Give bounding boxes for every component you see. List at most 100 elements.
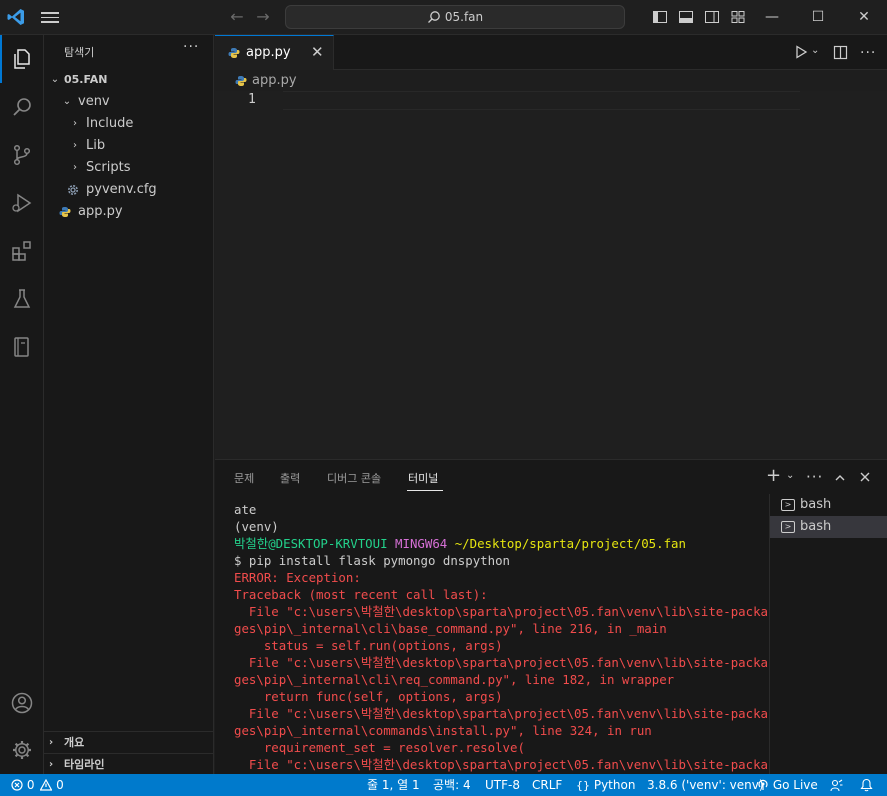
tree-item-label: Include	[86, 116, 134, 131]
toggle-sidebar-icon[interactable]	[652, 9, 668, 25]
account-icon[interactable]	[0, 679, 44, 727]
tree-item-label: pyvenv.cfg	[86, 182, 157, 197]
error-icon	[11, 779, 23, 791]
activity-bar	[0, 35, 44, 774]
arrow-left-icon[interactable]: ←	[227, 7, 247, 27]
terminal-item-label: bash	[800, 519, 832, 534]
tree-item-lib[interactable]: › Lib	[44, 135, 213, 157]
notebook-icon[interactable]	[0, 323, 44, 371]
prompt-host: MINGW64	[387, 536, 448, 551]
chevron-right-icon: ›	[73, 162, 77, 173]
language-label: Python	[593, 778, 636, 792]
language-mode[interactable]: {} Python	[576, 774, 635, 796]
run-icon[interactable]	[794, 45, 808, 59]
tab-app-py[interactable]: app.py ✕	[215, 35, 334, 70]
close-icon[interactable]	[859, 471, 871, 483]
terminal-item[interactable]: > bash	[770, 516, 887, 538]
terminal-line: 박철한@DESKTOP-KRVTOUI MINGW64 ~/Desktop/sp…	[234, 535, 769, 552]
status-bar: 0 0 줄 1, 열 1 공백: 4 UTF-8 CRLF {} Python …	[0, 774, 887, 796]
tab-terminal[interactable]: 터미널	[408, 470, 438, 486]
extensions-icon[interactable]	[0, 227, 44, 275]
bell-icon[interactable]	[860, 778, 873, 792]
go-live-label: Go Live	[772, 778, 818, 792]
search-text: 05.fan	[444, 10, 484, 24]
title-bar: ← → 05.fan — ☐ ✕	[0, 0, 887, 35]
toggle-panel-icon[interactable]	[678, 9, 694, 25]
terminal-list: > bash > bash	[769, 494, 887, 775]
bottom-panel: 문제 출력 디버그 콘솔 터미널 + ⌄ ··· ate (venv) 박철한@DE…	[215, 459, 887, 775]
more-actions-icon[interactable]: ···	[860, 45, 876, 61]
breadcrumb-file[interactable]: app.py	[252, 71, 297, 91]
indentation[interactable]: 공백: 4	[433, 774, 471, 796]
python-icon	[228, 48, 240, 58]
timeline-section[interactable]: › 타임라인	[44, 753, 213, 775]
new-terminal-icon[interactable]: +	[766, 465, 781, 486]
python-interpreter[interactable]: 3.8.6 ('venv': venv)	[647, 774, 764, 796]
outline-section[interactable]: › 개요	[44, 731, 213, 753]
encoding[interactable]: UTF-8	[485, 774, 520, 796]
line-number: 1	[248, 92, 256, 107]
tab-label: app.py	[246, 45, 291, 60]
minimize-button[interactable]: —	[749, 0, 795, 34]
tab-problems[interactable]: 문제	[234, 470, 254, 486]
tree-item-pyvenv-cfg[interactable]: pyvenv.cfg	[44, 179, 213, 201]
broadcast-icon	[758, 779, 768, 790]
source-control-icon[interactable]	[0, 131, 44, 179]
close-icon[interactable]: ✕	[311, 43, 324, 61]
settings-icon[interactable]	[0, 726, 44, 774]
search-icon[interactable]	[0, 83, 44, 131]
feedback-icon[interactable]	[830, 779, 843, 792]
tree-root-folder[interactable]: ⌄ 05.FAN	[44, 69, 213, 91]
python-icon	[235, 76, 247, 86]
end-of-line[interactable]: CRLF	[532, 774, 562, 796]
section-label: 개요	[64, 736, 85, 749]
terminal-line: ges\pip\_internal\commands\install.py", …	[234, 723, 652, 738]
terminal-line: $ pip install flask pymongo dnspython	[234, 553, 511, 568]
terminal-line: Traceback (most recent call last):	[234, 587, 488, 602]
tree-item-label: app.py	[78, 204, 123, 219]
problems-status[interactable]: 0 0	[11, 774, 64, 796]
current-line-highlight	[283, 91, 800, 110]
cursor-position[interactable]: 줄 1, 열 1	[367, 774, 420, 796]
run-debug-icon[interactable]	[0, 179, 44, 227]
terminal-line: return func(self, options, args)	[234, 689, 503, 704]
tree-root-label: 05.FAN	[64, 73, 108, 86]
chevron-right-icon: ›	[49, 759, 54, 770]
tree-item-app-py[interactable]: app.py	[44, 201, 213, 223]
tree-item-label: Lib	[86, 138, 106, 153]
warning-count: 0	[56, 778, 64, 792]
terminal-line: (venv)	[234, 519, 279, 534]
tree-item-venv[interactable]: ⌄ venv	[44, 91, 213, 113]
search-icon	[427, 11, 440, 23]
terminal-line: requirement_set = resolver.resolve(	[234, 740, 525, 755]
go-live-button[interactable]: Go Live	[757, 774, 818, 796]
tab-debug-console[interactable]: 디버그 콘솔	[327, 470, 381, 486]
chevron-up-icon[interactable]	[834, 472, 846, 484]
command-center-search[interactable]: 05.fan	[285, 5, 625, 29]
vscode-logo-icon	[7, 9, 24, 25]
terminal-icon: >	[781, 499, 795, 511]
python-icon	[59, 207, 71, 217]
chevron-down-icon[interactable]: ⌄	[811, 45, 819, 56]
terminal-item[interactable]: > bash	[770, 494, 887, 516]
terminal-line: ges\pip\_internal\cli\req_command.py", l…	[234, 672, 675, 687]
customize-layout-icon[interactable]	[730, 9, 746, 25]
code-editor[interactable]	[215, 91, 887, 459]
sidebar-more-button[interactable]: ···	[183, 39, 199, 55]
toggle-secondary-sidebar-icon[interactable]	[704, 9, 720, 25]
close-window-button[interactable]: ✕	[841, 0, 887, 34]
explorer-icon[interactable]	[0, 35, 44, 83]
chevron-down-icon[interactable]: ⌄	[786, 470, 794, 481]
tree-item-include[interactable]: › Include	[44, 113, 213, 135]
terminal-output[interactable]: ate (venv) 박철한@DESKTOP-KRVTOUI MINGW64 ~/D…	[234, 501, 769, 773]
chevron-right-icon: ›	[73, 118, 77, 129]
tree-item-scripts[interactable]: › Scripts	[44, 157, 213, 179]
arrow-right-icon[interactable]: →	[253, 7, 273, 27]
terminal-line: ate	[234, 502, 257, 517]
split-editor-icon[interactable]	[833, 45, 848, 60]
tab-output[interactable]: 출력	[280, 470, 300, 486]
more-actions-icon[interactable]: ···	[806, 468, 823, 486]
menu-icon[interactable]	[40, 9, 60, 27]
maximize-button[interactable]: ☐	[795, 0, 841, 34]
testing-icon[interactable]	[0, 275, 44, 323]
